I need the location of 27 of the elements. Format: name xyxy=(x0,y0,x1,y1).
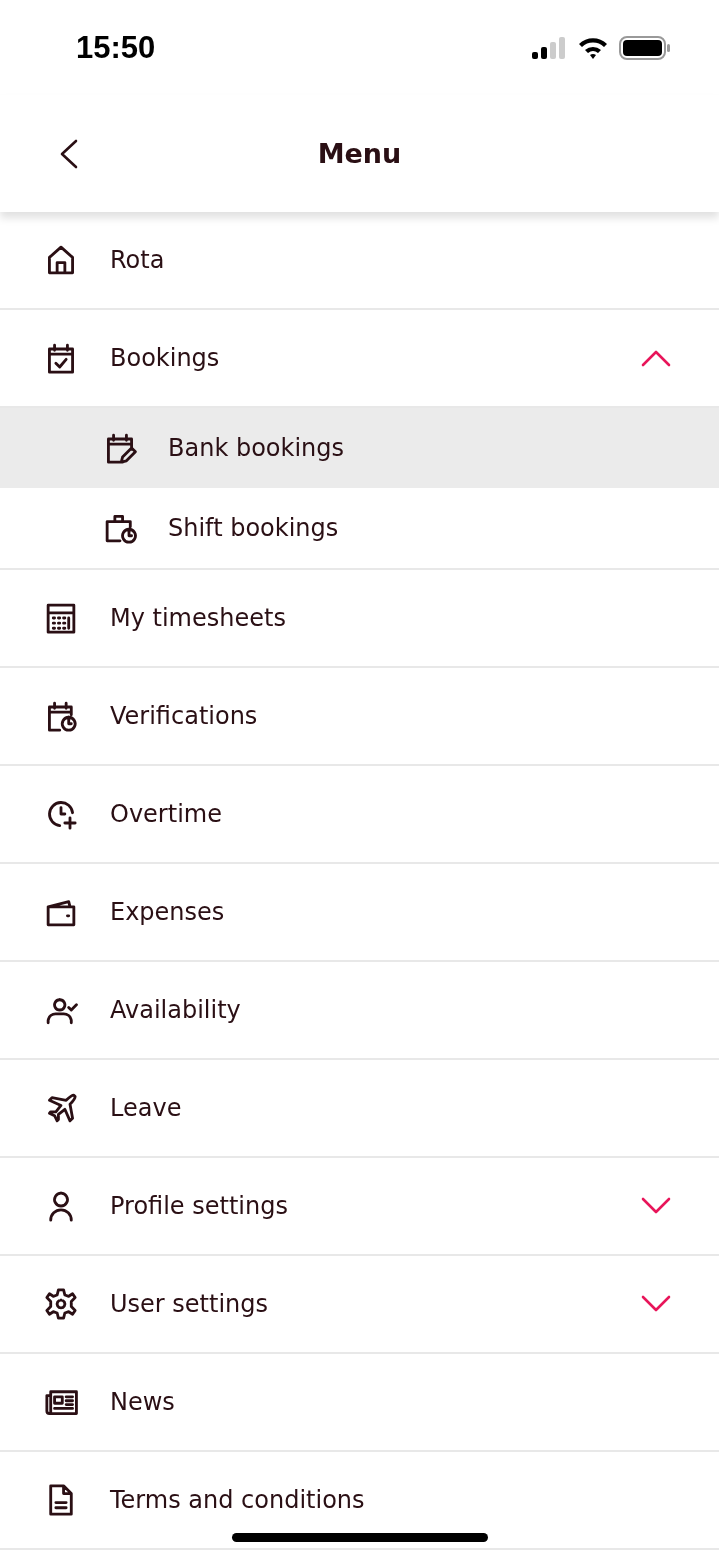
menu-label: Profile settings xyxy=(110,1192,289,1220)
menu-item[interactable]: Expenses xyxy=(0,864,719,962)
menu-label: Expenses xyxy=(110,898,226,926)
menu-item[interactable]: Verifications xyxy=(0,668,719,766)
menu-label: Terms and conditions xyxy=(110,1486,366,1514)
submenu-label: Bank bookings xyxy=(168,434,346,462)
menu-label: Verifications xyxy=(110,702,259,730)
menu-item[interactable]: Leave xyxy=(0,1060,719,1158)
menu-label: Availability xyxy=(110,996,242,1024)
submenu-label: Shift bookings xyxy=(168,514,340,542)
menu-item[interactable]: News xyxy=(0,1354,719,1452)
menu-item[interactable]: Overtime xyxy=(0,766,719,864)
menu-item[interactable]: User settings xyxy=(0,1256,719,1354)
menu-label: My timesheets xyxy=(110,604,287,632)
menu-label: Leave xyxy=(110,1094,183,1122)
menu-label: Bookings xyxy=(110,344,221,372)
menu-label: News xyxy=(110,1388,176,1416)
menu-label: Overtime xyxy=(110,800,223,828)
menu-item[interactable]: Profile settings xyxy=(0,1158,719,1256)
status-time: 15:50 xyxy=(76,29,156,66)
screen-title: Menu xyxy=(317,138,402,169)
submenu-item[interactable]: Bank bookings xyxy=(0,408,719,488)
menu-item[interactable]: Availability xyxy=(0,962,719,1060)
menu-label: Rota xyxy=(110,246,166,274)
menu-item[interactable]: Rota xyxy=(0,212,719,310)
menu-item[interactable]: My timesheets xyxy=(0,570,719,668)
menu-label: User settings xyxy=(110,1290,270,1318)
